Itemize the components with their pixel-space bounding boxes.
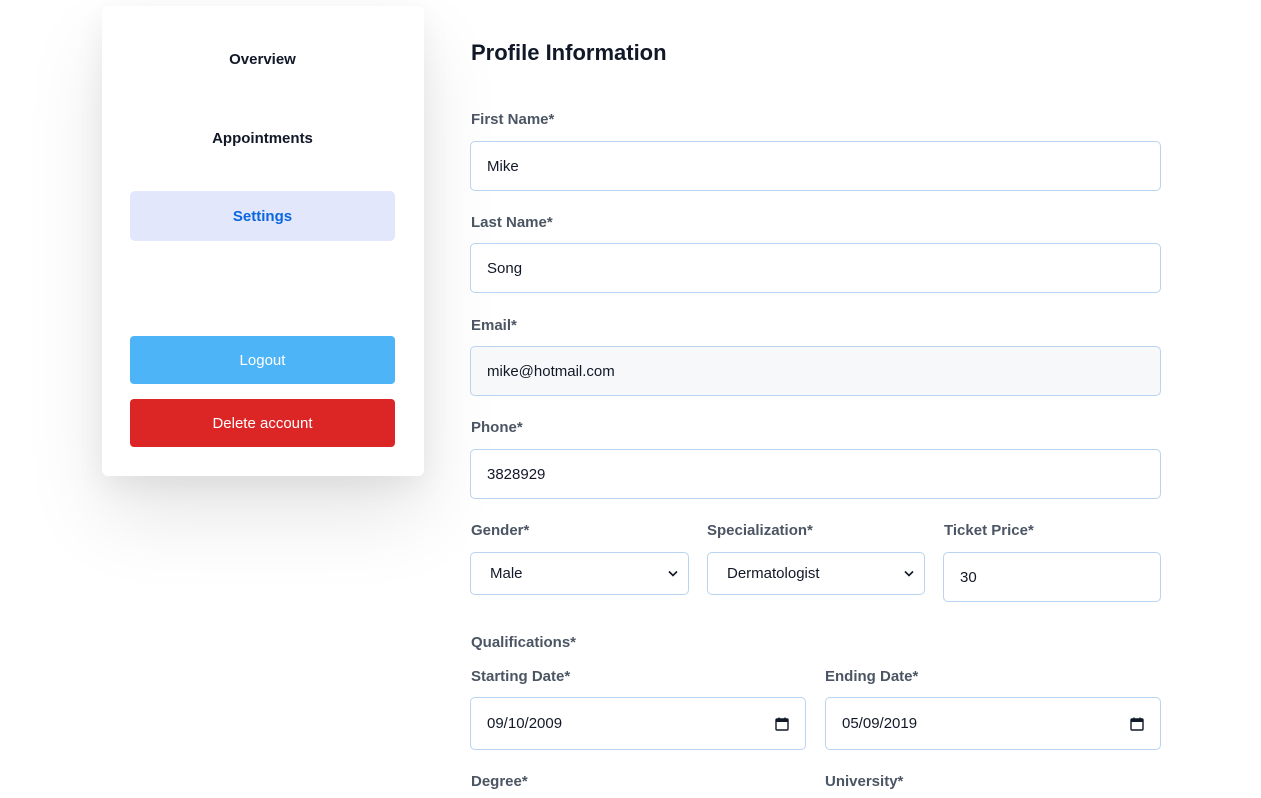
calendar-icon[interactable]	[1130, 717, 1144, 731]
ending-date-field[interactable]: 05/09/2019	[825, 697, 1161, 750]
gender-label: Gender*	[471, 522, 530, 539]
phone-value: 3828929	[487, 465, 546, 483]
starting-date-field[interactable]: 09/10/2009	[470, 697, 806, 750]
sidebar: Overview Appointments Settings Logout De…	[102, 6, 424, 476]
degree-label: Degree*	[471, 773, 528, 790]
university-label: University*	[825, 773, 904, 790]
specialization-value: Dermatologist	[727, 565, 820, 582]
starting-date-label: Starting Date*	[471, 668, 571, 685]
sidebar-item-settings[interactable]: Settings	[130, 191, 395, 241]
last-name-value: Song	[487, 259, 523, 277]
phone-field[interactable]: 3828929	[470, 449, 1161, 499]
chevron-down-icon	[904, 570, 914, 577]
specialization-select[interactable]: Dermatologist	[707, 552, 925, 595]
ending-date-value: 05/09/2019	[842, 715, 918, 732]
gender-value: Male	[490, 565, 523, 582]
delete-account-button-label: Delete account	[212, 414, 313, 432]
phone-label: Phone*	[471, 419, 523, 436]
first-name-value: Mike	[487, 157, 519, 175]
email-value: mike@hotmail.com	[487, 362, 615, 380]
calendar-icon[interactable]	[775, 717, 789, 731]
starting-date-value: 09/10/2009	[487, 715, 563, 732]
sidebar-item-overview[interactable]: Overview	[130, 34, 395, 84]
last-name-label: Last Name*	[471, 214, 553, 231]
sidebar-item-appointments[interactable]: Appointments	[130, 113, 395, 163]
page-title: Profile Information	[471, 40, 667, 65]
ticket-price-value: 30	[960, 568, 977, 586]
gender-select[interactable]: Male	[470, 552, 689, 595]
logout-button[interactable]: Logout	[130, 336, 395, 384]
ending-date-label: Ending Date*	[825, 668, 919, 685]
chevron-down-icon	[668, 570, 678, 577]
first-name-field[interactable]: Mike	[470, 141, 1161, 191]
page: Overview Appointments Settings Logout De…	[0, 0, 1261, 798]
sidebar-item-label: Overview	[229, 50, 296, 68]
logout-button-label: Logout	[239, 351, 286, 369]
sidebar-item-label: Appointments	[212, 129, 313, 147]
specialization-label: Specialization*	[707, 522, 813, 539]
ticket-price-field[interactable]: 30	[943, 552, 1161, 602]
delete-account-button[interactable]: Delete account	[130, 399, 395, 447]
email-label: Email*	[471, 317, 517, 334]
qualifications-label: Qualifications*	[471, 634, 577, 651]
email-field[interactable]: mike@hotmail.com	[470, 346, 1161, 396]
sidebar-item-label: Settings	[232, 207, 293, 225]
first-name-label: First Name*	[471, 111, 555, 128]
last-name-field[interactable]: Song	[470, 243, 1161, 293]
ticket-price-label: Ticket Price*	[944, 522, 1034, 539]
